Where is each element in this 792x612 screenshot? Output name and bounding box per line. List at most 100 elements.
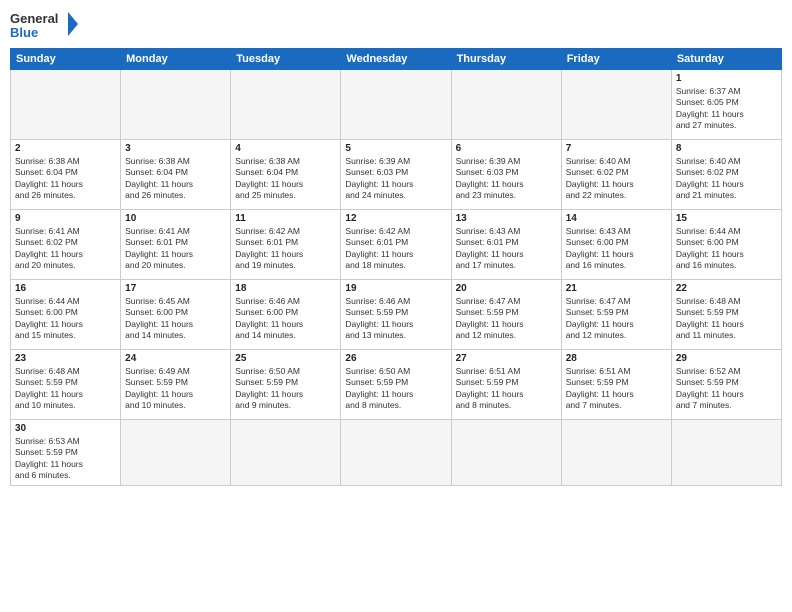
day-cell: 25Sunrise: 6:50 AM Sunset: 5:59 PM Dayli… xyxy=(231,350,341,420)
day-number: 9 xyxy=(15,213,116,224)
day-cell: 24 Sunrise: 6:49 AM Sunset: 5:59 PM Dayli… xyxy=(121,350,231,420)
day-cell: 30Sunrise: 6:53 AM Sunset: 5:59 PM Dayli… xyxy=(11,420,121,486)
day-cell xyxy=(561,70,671,140)
day-number: 30 xyxy=(15,423,116,434)
day-number: 27 xyxy=(456,353,557,364)
day-number: 17 xyxy=(125,283,226,294)
day-info: Sunrise: 6:39 AM Sunset: 6:03 PM Dayligh… xyxy=(456,156,557,202)
day-info: Sunrise: 6:44 AM Sunset: 6:00 PM Dayligh… xyxy=(676,226,777,272)
day-info: Sunrise: 6:44 AM Sunset: 6:00 PM Dayligh… xyxy=(15,296,116,342)
day-number: 29 xyxy=(676,353,777,364)
day-number: 18 xyxy=(235,283,336,294)
weekday-header-sunday: Sunday xyxy=(11,49,121,70)
week-row-4: 16 Sunrise: 6:44 AM Sunset: 6:00 PM Dayli… xyxy=(11,280,782,350)
day-cell: 21Sunrise: 6:47 AM Sunset: 5:59 PM Dayli… xyxy=(561,280,671,350)
day-cell: 9 Sunrise: 6:41 AM Sunset: 6:02 PM Daylig… xyxy=(11,210,121,280)
day-info: Sunrise: 6:49 AM Sunset: 5:59 PM Dayligh… xyxy=(125,366,226,412)
day-info: Sunrise: 6:52 AM Sunset: 5:59 PM Dayligh… xyxy=(676,366,777,412)
svg-text:Blue: Blue xyxy=(10,25,38,40)
day-cell xyxy=(451,70,561,140)
day-info: Sunrise: 6:50 AM Sunset: 5:59 PM Dayligh… xyxy=(345,366,446,412)
day-number: 20 xyxy=(456,283,557,294)
day-number: 24 xyxy=(125,353,226,364)
logo: GeneralBlue xyxy=(10,10,80,40)
day-cell: 3 Sunrise: 6:38 AM Sunset: 6:04 PM Daylig… xyxy=(121,140,231,210)
day-number: 23 xyxy=(15,353,116,364)
day-info: Sunrise: 6:46 AM Sunset: 6:00 PM Dayligh… xyxy=(235,296,336,342)
day-cell: 6 Sunrise: 6:39 AM Sunset: 6:03 PM Daylig… xyxy=(451,140,561,210)
day-number: 11 xyxy=(235,213,336,224)
day-number: 5 xyxy=(345,143,446,154)
day-cell: 26 Sunrise: 6:50 AM Sunset: 5:59 PM Dayli… xyxy=(341,350,451,420)
day-info: Sunrise: 6:51 AM Sunset: 5:59 PM Dayligh… xyxy=(456,366,557,412)
day-info: Sunrise: 6:43 AM Sunset: 6:01 PM Dayligh… xyxy=(456,226,557,272)
day-info: Sunrise: 6:42 AM Sunset: 6:01 PM Dayligh… xyxy=(235,226,336,272)
day-cell: 15 Sunrise: 6:44 AM Sunset: 6:00 PM Dayli… xyxy=(671,210,781,280)
week-row-2: 2 Sunrise: 6:38 AM Sunset: 6:04 PM Daylig… xyxy=(11,140,782,210)
day-cell: 16 Sunrise: 6:44 AM Sunset: 6:00 PM Dayli… xyxy=(11,280,121,350)
day-info: Sunrise: 6:41 AM Sunset: 6:01 PM Dayligh… xyxy=(125,226,226,272)
day-number: 14 xyxy=(566,213,667,224)
day-number: 6 xyxy=(456,143,557,154)
day-number: 15 xyxy=(676,213,777,224)
day-cell: 14Sunrise: 6:43 AM Sunset: 6:00 PM Dayli… xyxy=(561,210,671,280)
day-cell xyxy=(561,420,671,486)
weekday-header-saturday: Saturday xyxy=(671,49,781,70)
day-cell: 19 Sunrise: 6:46 AM Sunset: 5:59 PM Dayli… xyxy=(341,280,451,350)
day-info: Sunrise: 6:51 AM Sunset: 5:59 PM Dayligh… xyxy=(566,366,667,412)
day-cell xyxy=(231,420,341,486)
weekday-header-thursday: Thursday xyxy=(451,49,561,70)
day-info: Sunrise: 6:39 AM Sunset: 6:03 PM Dayligh… xyxy=(345,156,446,202)
day-number: 26 xyxy=(345,353,446,364)
day-info: Sunrise: 6:41 AM Sunset: 6:02 PM Dayligh… xyxy=(15,226,116,272)
week-row-6: 30Sunrise: 6:53 AM Sunset: 5:59 PM Dayli… xyxy=(11,420,782,486)
day-cell: 18 Sunrise: 6:46 AM Sunset: 6:00 PM Dayli… xyxy=(231,280,341,350)
day-cell: 1Sunrise: 6:37 AM Sunset: 6:05 PM Daylig… xyxy=(671,70,781,140)
day-cell xyxy=(451,420,561,486)
weekday-header-row: SundayMondayTuesdayWednesdayThursdayFrid… xyxy=(11,49,782,70)
day-number: 8 xyxy=(676,143,777,154)
day-cell xyxy=(341,70,451,140)
week-row-5: 23Sunrise: 6:48 AM Sunset: 5:59 PM Dayli… xyxy=(11,350,782,420)
day-number: 12 xyxy=(345,213,446,224)
day-cell: 2Sunrise: 6:38 AM Sunset: 6:04 PM Daylig… xyxy=(11,140,121,210)
day-number: 13 xyxy=(456,213,557,224)
day-cell xyxy=(121,70,231,140)
weekday-header-wednesday: Wednesday xyxy=(341,49,451,70)
day-info: Sunrise: 6:48 AM Sunset: 5:59 PM Dayligh… xyxy=(676,296,777,342)
logo-icon: GeneralBlue xyxy=(10,10,80,40)
day-number: 19 xyxy=(345,283,446,294)
day-cell: 27 Sunrise: 6:51 AM Sunset: 5:59 PM Dayli… xyxy=(451,350,561,420)
week-row-1: 1Sunrise: 6:37 AM Sunset: 6:05 PM Daylig… xyxy=(11,70,782,140)
day-cell xyxy=(121,420,231,486)
page-header: GeneralBlue xyxy=(10,10,782,40)
day-number: 4 xyxy=(235,143,336,154)
day-info: Sunrise: 6:40 AM Sunset: 6:02 PM Dayligh… xyxy=(566,156,667,202)
day-cell: 4 Sunrise: 6:38 AM Sunset: 6:04 PM Daylig… xyxy=(231,140,341,210)
day-number: 25 xyxy=(235,353,336,364)
svg-text:General: General xyxy=(10,11,58,26)
day-info: Sunrise: 6:38 AM Sunset: 6:04 PM Dayligh… xyxy=(235,156,336,202)
day-cell: 17Sunrise: 6:45 AM Sunset: 6:00 PM Dayli… xyxy=(121,280,231,350)
day-cell xyxy=(11,70,121,140)
day-number: 16 xyxy=(15,283,116,294)
day-number: 3 xyxy=(125,143,226,154)
day-cell: 8Sunrise: 6:40 AM Sunset: 6:02 PM Daylig… xyxy=(671,140,781,210)
day-info: Sunrise: 6:38 AM Sunset: 6:04 PM Dayligh… xyxy=(125,156,226,202)
day-info: Sunrise: 6:42 AM Sunset: 6:01 PM Dayligh… xyxy=(345,226,446,272)
day-cell xyxy=(341,420,451,486)
day-number: 2 xyxy=(15,143,116,154)
day-number: 7 xyxy=(566,143,667,154)
day-info: Sunrise: 6:46 AM Sunset: 5:59 PM Dayligh… xyxy=(345,296,446,342)
day-cell: 5 Sunrise: 6:39 AM Sunset: 6:03 PM Daylig… xyxy=(341,140,451,210)
day-cell xyxy=(671,420,781,486)
weekday-header-friday: Friday xyxy=(561,49,671,70)
day-cell: 29 Sunrise: 6:52 AM Sunset: 5:59 PM Dayli… xyxy=(671,350,781,420)
day-info: Sunrise: 6:47 AM Sunset: 5:59 PM Dayligh… xyxy=(456,296,557,342)
day-cell: 23Sunrise: 6:48 AM Sunset: 5:59 PM Dayli… xyxy=(11,350,121,420)
day-cell: 20 Sunrise: 6:47 AM Sunset: 5:59 PM Dayli… xyxy=(451,280,561,350)
day-info: Sunrise: 6:47 AM Sunset: 5:59 PM Dayligh… xyxy=(566,296,667,342)
day-number: 22 xyxy=(676,283,777,294)
calendar-table: SundayMondayTuesdayWednesdayThursdayFrid… xyxy=(10,48,782,486)
day-info: Sunrise: 6:37 AM Sunset: 6:05 PM Dayligh… xyxy=(676,86,777,132)
